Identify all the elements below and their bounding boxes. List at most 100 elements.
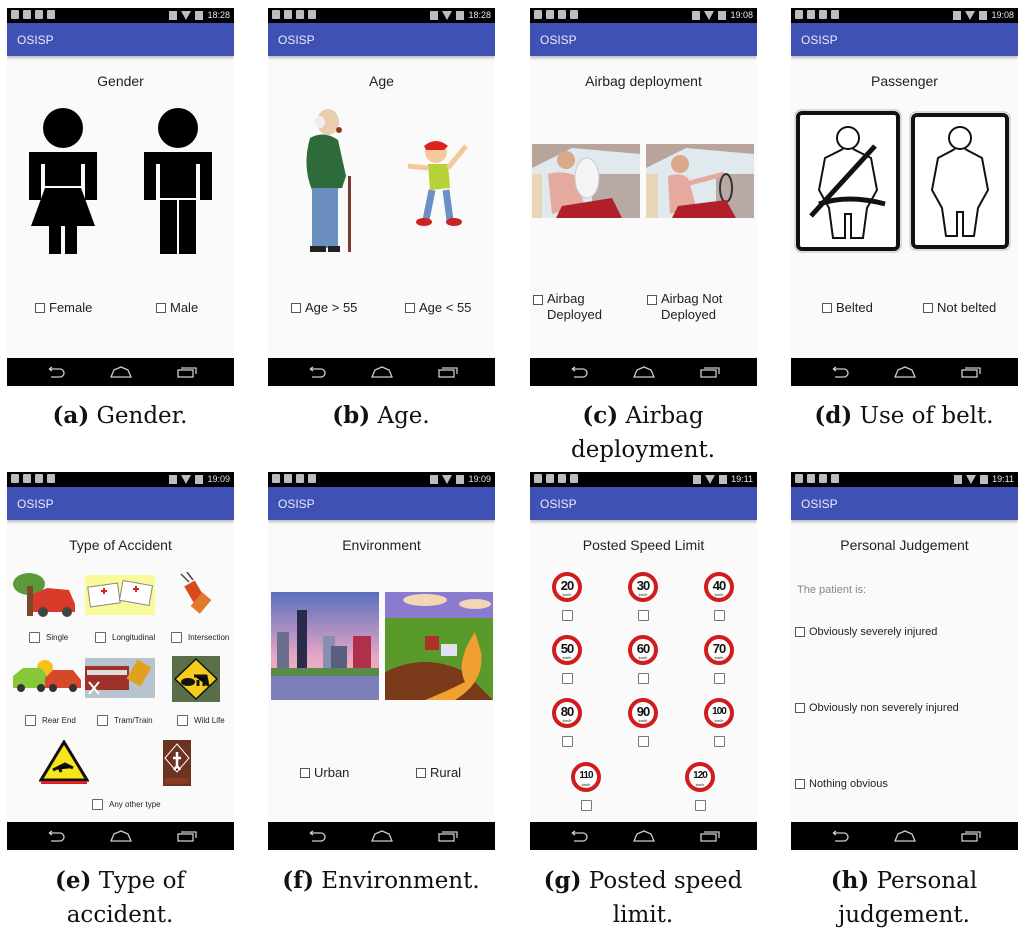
speed-120-checkbox[interactable] xyxy=(695,800,706,811)
tram-train-option[interactable]: Tram/Train xyxy=(97,715,153,726)
age-over-55-checkbox[interactable] xyxy=(291,302,301,313)
urban-checkbox[interactable] xyxy=(300,767,310,778)
any-other-type-option[interactable]: Any other type xyxy=(92,799,161,810)
tram-train-accident-image[interactable] xyxy=(85,658,155,698)
tram-train-checkbox[interactable] xyxy=(97,715,108,726)
wild-life-checkbox[interactable] xyxy=(177,715,188,726)
rural-countryside-painting[interactable] xyxy=(385,592,493,700)
severely-injured-checkbox[interactable] xyxy=(795,627,805,637)
back-icon[interactable] xyxy=(45,366,65,378)
nothing-obvious-option[interactable]: Nothing obvious xyxy=(795,778,888,790)
recent-apps-icon[interactable] xyxy=(177,366,197,378)
recent-apps-icon[interactable] xyxy=(438,830,458,842)
home-icon[interactable] xyxy=(633,830,655,842)
urban-city-painting[interactable] xyxy=(271,592,379,700)
home-icon[interactable] xyxy=(894,366,916,378)
wild-life-option[interactable]: Wild Life xyxy=(177,715,225,726)
belted-checkbox[interactable] xyxy=(822,302,832,313)
any-other-type-checkbox[interactable] xyxy=(92,799,103,810)
age-under-55-option[interactable]: Age < 55 xyxy=(405,300,471,315)
speed-sign-70[interactable]: 70 km/h xyxy=(704,635,734,665)
non-severely-injured-checkbox[interactable] xyxy=(795,703,805,713)
back-icon[interactable] xyxy=(306,366,326,378)
speed-90-checkbox[interactable] xyxy=(638,736,649,747)
belted-passenger-sign[interactable] xyxy=(793,108,903,254)
male-checkbox[interactable] xyxy=(156,302,166,313)
severely-injured-option[interactable]: Obviously severely injured xyxy=(795,626,937,638)
speed-sign-110[interactable]: 110 km/h xyxy=(571,762,601,792)
home-icon[interactable] xyxy=(110,366,132,378)
bigfoot-sign[interactable] xyxy=(163,740,191,786)
rear-end-checkbox[interactable] xyxy=(25,715,36,726)
rear-end-option[interactable]: Rear End xyxy=(25,715,76,726)
speed-sign-50[interactable]: 50 km/h xyxy=(552,635,582,665)
rural-option[interactable]: Rural xyxy=(416,765,461,780)
recent-apps-icon[interactable] xyxy=(177,830,197,842)
recent-apps-icon[interactable] xyxy=(700,366,720,378)
longitudinal-checkbox[interactable] xyxy=(95,632,106,643)
male-option[interactable]: Male xyxy=(156,300,198,315)
back-icon[interactable] xyxy=(829,366,849,378)
speed-70-checkbox[interactable] xyxy=(714,673,725,684)
male-figure-icon[interactable] xyxy=(142,108,214,256)
single-accident-image[interactable] xyxy=(13,572,77,618)
speed-sign-60[interactable]: 60 km/h xyxy=(628,635,658,665)
speed-sign-80[interactable]: 80 km/h xyxy=(552,698,582,728)
speed-80-checkbox[interactable] xyxy=(562,736,573,747)
single-option[interactable]: Single xyxy=(29,632,68,643)
longitudinal-accident-image[interactable] xyxy=(85,575,155,615)
female-figure-icon[interactable] xyxy=(27,108,99,256)
back-icon[interactable] xyxy=(568,366,588,378)
home-icon[interactable] xyxy=(110,830,132,842)
single-checkbox[interactable] xyxy=(29,632,40,643)
home-icon[interactable] xyxy=(633,366,655,378)
airbag-deployed-illustration[interactable] xyxy=(532,144,640,218)
female-option[interactable]: Female xyxy=(35,300,92,315)
intersection-checkbox[interactable] xyxy=(171,632,182,643)
speed-110-checkbox[interactable] xyxy=(581,800,592,811)
back-icon[interactable] xyxy=(45,830,65,842)
speed-50-checkbox[interactable] xyxy=(562,673,573,684)
speed-sign-30[interactable]: 30 km/h xyxy=(628,572,658,602)
home-icon[interactable] xyxy=(371,830,393,842)
not-belted-option[interactable]: Not belted xyxy=(923,300,996,315)
speed-40-checkbox[interactable] xyxy=(714,610,725,621)
speed-sign-120[interactable]: 120 km/h xyxy=(685,762,715,792)
not-belted-checkbox[interactable] xyxy=(923,302,933,313)
belted-option[interactable]: Belted xyxy=(822,300,873,315)
speed-sign-90[interactable]: 90 km/h xyxy=(628,698,658,728)
recent-apps-icon[interactable] xyxy=(700,830,720,842)
back-icon[interactable] xyxy=(829,830,849,842)
nothing-obvious-checkbox[interactable] xyxy=(795,779,805,789)
rear-end-accident-image[interactable] xyxy=(11,658,83,694)
airbag-not-deployed-checkbox[interactable] xyxy=(647,295,657,305)
longitudinal-option[interactable]: Longitudinal xyxy=(95,632,155,643)
rural-checkbox[interactable] xyxy=(416,767,426,778)
speed-sign-20[interactable]: 20 km/h xyxy=(552,572,582,602)
home-icon[interactable] xyxy=(371,366,393,378)
old-man-cartoon[interactable] xyxy=(292,106,362,254)
recent-apps-icon[interactable] xyxy=(961,830,981,842)
airbag-deployed-checkbox[interactable] xyxy=(533,295,543,305)
back-icon[interactable] xyxy=(568,830,588,842)
intersection-accident-image[interactable] xyxy=(173,572,221,618)
speed-30-checkbox[interactable] xyxy=(638,610,649,621)
airbag-deployed-option[interactable]: Airbag Deployed xyxy=(533,291,633,323)
other-accident-warning-sign[interactable] xyxy=(39,740,89,786)
female-checkbox[interactable] xyxy=(35,302,45,313)
urban-option[interactable]: Urban xyxy=(300,765,349,780)
speed-sign-40[interactable]: 40 km/h xyxy=(704,572,734,602)
home-icon[interactable] xyxy=(894,830,916,842)
intersection-option[interactable]: Intersection xyxy=(171,632,229,643)
speed-sign-100[interactable]: 100 km/h xyxy=(704,698,734,728)
not-belted-passenger-sign[interactable] xyxy=(908,110,1012,252)
young-boy-cartoon[interactable] xyxy=(404,136,474,228)
recent-apps-icon[interactable] xyxy=(961,366,981,378)
non-severely-injured-option[interactable]: Obviously non severely injured xyxy=(795,702,959,714)
wild-life-accident-image[interactable] xyxy=(172,656,220,702)
speed-100-checkbox[interactable] xyxy=(714,736,725,747)
airbag-not-deployed-illustration[interactable] xyxy=(646,144,754,218)
recent-apps-icon[interactable] xyxy=(438,366,458,378)
age-over-55-option[interactable]: Age > 55 xyxy=(291,300,357,315)
age-under-55-checkbox[interactable] xyxy=(405,302,415,313)
